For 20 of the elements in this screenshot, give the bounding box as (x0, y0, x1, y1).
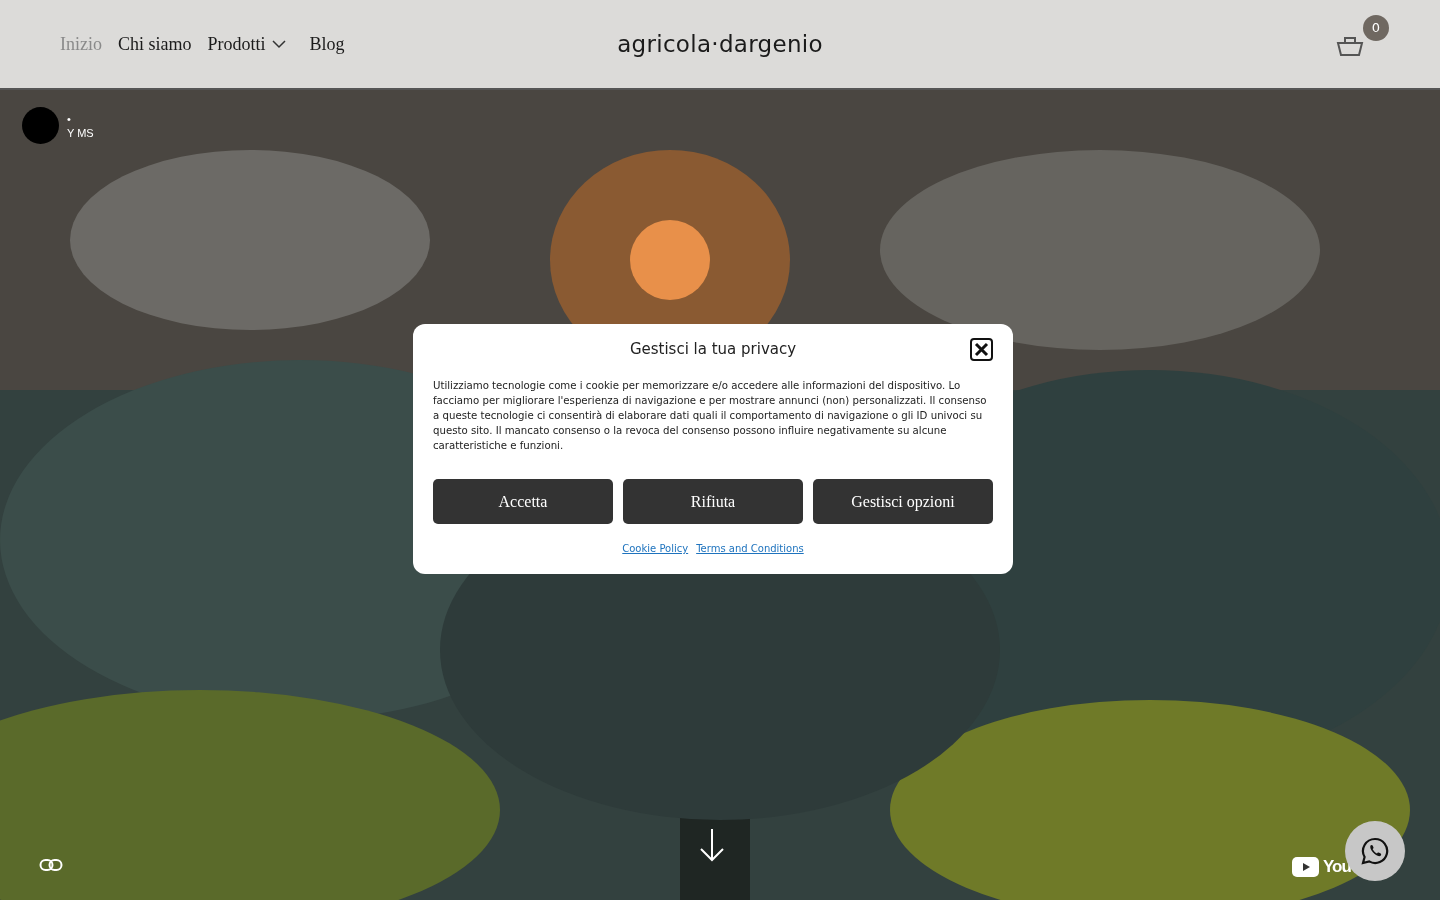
nav-link[interactable]: Blog (309, 30, 345, 58)
close-icon[interactable] (970, 338, 993, 361)
dialog-button[interactable]: Accetta (433, 479, 613, 524)
policy-link[interactable]: Terms and Conditions (696, 541, 804, 556)
channel-name[interactable]: Y MS (67, 125, 94, 140)
channel-avatar (22, 107, 59, 144)
nav-link[interactable]: Prodotti (207, 30, 266, 58)
down-arrow-icon[interactable] (699, 828, 725, 862)
channel-dot: • (67, 111, 72, 126)
dialog-text: Utilizziamo tecnologie come i cookie per memorizzare e/o accedere alle informazioni del dispositivo. Lo facciamo per migliorare l'esperienza di navigazione e per mostrare annunci (non) personalizzati. Il consenso a queste tecnologie ci consentirà di elaborare dati quali il comportamento di navigazione o gli ID univoci su questo sito. Il mancato consenso o la revoca del consenso possono influire negativamente su alcune caratteristiche e funzioni. (433, 379, 988, 453)
logo[interactable]: agricola·dargenio (617, 26, 823, 62)
cart-count: 0 (1363, 15, 1389, 41)
dialog-title: Gestisci la tua privacy (629, 338, 797, 360)
nav-link[interactable]: Chi siamo (118, 30, 192, 58)
policy-link[interactable]: Cookie Policy (622, 541, 689, 556)
dialog-button[interactable]: Rifiuta (623, 479, 803, 524)
link-icon[interactable] (39, 857, 63, 873)
dialog-button[interactable]: Gestisci opzioni (813, 479, 993, 524)
phone-chat-icon (1361, 837, 1389, 865)
chevron-down-icon[interactable] (271, 39, 286, 49)
